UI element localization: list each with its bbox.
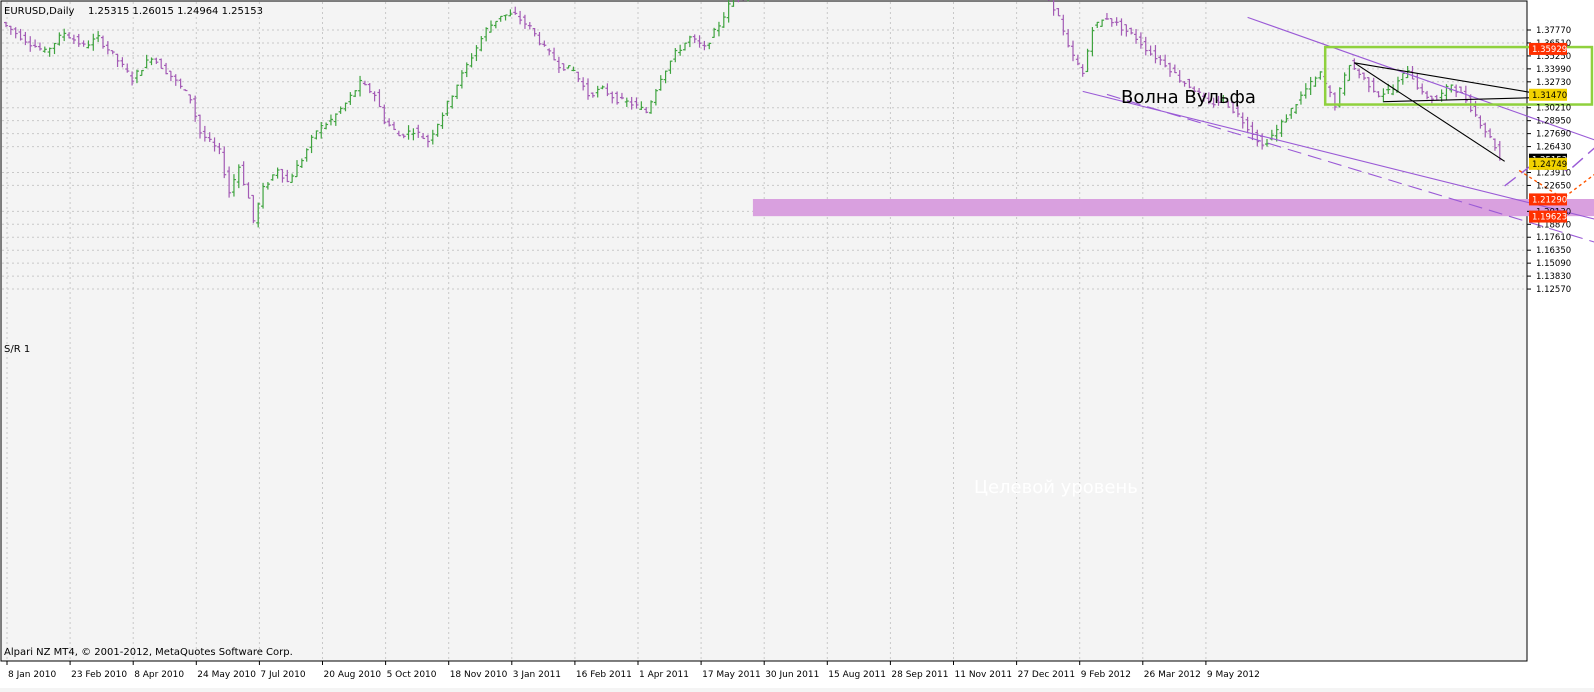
y-tick-label: 1.12570 <box>1536 285 1571 295</box>
y-tick-label: 1.16350 <box>1536 246 1571 256</box>
x-tick-label: 26 Mar 2012 <box>1144 670 1201 680</box>
y-tick-label: 1.13830 <box>1536 272 1571 282</box>
y-tick-label: 1.17610 <box>1536 233 1571 243</box>
price-marker-label: 1.19623 <box>1532 213 1567 223</box>
target-zone-rect <box>752 199 1594 217</box>
y-tick-label: 1.28950 <box>1536 117 1571 127</box>
y-tick-label: 1.23910 <box>1536 168 1571 178</box>
price-marker-label: 1.24749 <box>1532 160 1567 170</box>
price-chart[interactable]: 1.377701.365101.352501.339901.327301.302… <box>0 0 1594 688</box>
x-tick-label: 28 Sep 2011 <box>891 670 948 680</box>
x-tick-label: 1 Apr 2011 <box>639 670 689 680</box>
price-marker-label: 1.21290 <box>1532 195 1567 205</box>
y-tick-label: 1.32730 <box>1536 78 1571 88</box>
y-tick-label: 1.15090 <box>1536 259 1571 269</box>
x-tick-label: 8 Jan 2010 <box>8 670 56 680</box>
x-tick-label: 16 Feb 2011 <box>576 670 632 680</box>
ohlc-readout: 1.25315 1.26015 1.24964 1.25153 <box>88 6 263 17</box>
price-marker-label: 1.31470 <box>1532 91 1567 101</box>
x-tick-label: 23 Feb 2010 <box>71 670 127 680</box>
target-level-annotation: Целевой уровень <box>974 477 1138 498</box>
copyright-text: Alpari NZ MT4, © 2001-2012, MetaQuotes S… <box>4 647 293 658</box>
x-tick-label: 17 May 2011 <box>702 670 761 680</box>
x-tick-label: 9 Feb 2012 <box>1081 670 1131 680</box>
wolfe-wave-annotation: Волна Вульфа <box>1121 87 1256 108</box>
x-tick-label: 11 Nov 2011 <box>955 670 1013 680</box>
x-tick-label: 30 Jun 2011 <box>765 670 819 680</box>
x-tick-label: 7 Jul 2010 <box>260 670 305 680</box>
y-tick-label: 1.22650 <box>1536 181 1571 191</box>
x-tick-label: 20 Aug 2010 <box>324 670 382 680</box>
target-zone <box>752 199 1594 217</box>
x-tick-label: 9 May 2012 <box>1207 670 1260 680</box>
x-tick-label: 3 Jan 2011 <box>513 670 561 680</box>
y-tick-label: 1.30210 <box>1536 104 1571 114</box>
chart-window[interactable]: 1.377701.365101.352501.339901.327301.302… <box>0 0 1594 688</box>
symbol-title: EURUSD,Daily <box>4 6 75 17</box>
x-tick-label: 8 Apr 2010 <box>134 670 184 680</box>
y-tick-label: 1.27690 <box>1536 130 1571 140</box>
sr-label: S/R 1 <box>4 344 30 355</box>
y-tick-label: 1.37770 <box>1536 26 1571 36</box>
x-tick-label: 15 Aug 2011 <box>828 670 886 680</box>
y-tick-label: 1.33990 <box>1536 65 1571 75</box>
price-marker-label: 1.35929 <box>1532 45 1567 55</box>
x-tick-label: 24 May 2010 <box>197 670 256 680</box>
x-tick-label: 18 Nov 2010 <box>450 670 508 680</box>
x-tick-label: 27 Dec 2011 <box>1018 670 1076 680</box>
x-tick-label: 5 Oct 2010 <box>387 670 437 680</box>
y-tick-label: 1.26430 <box>1536 143 1571 153</box>
